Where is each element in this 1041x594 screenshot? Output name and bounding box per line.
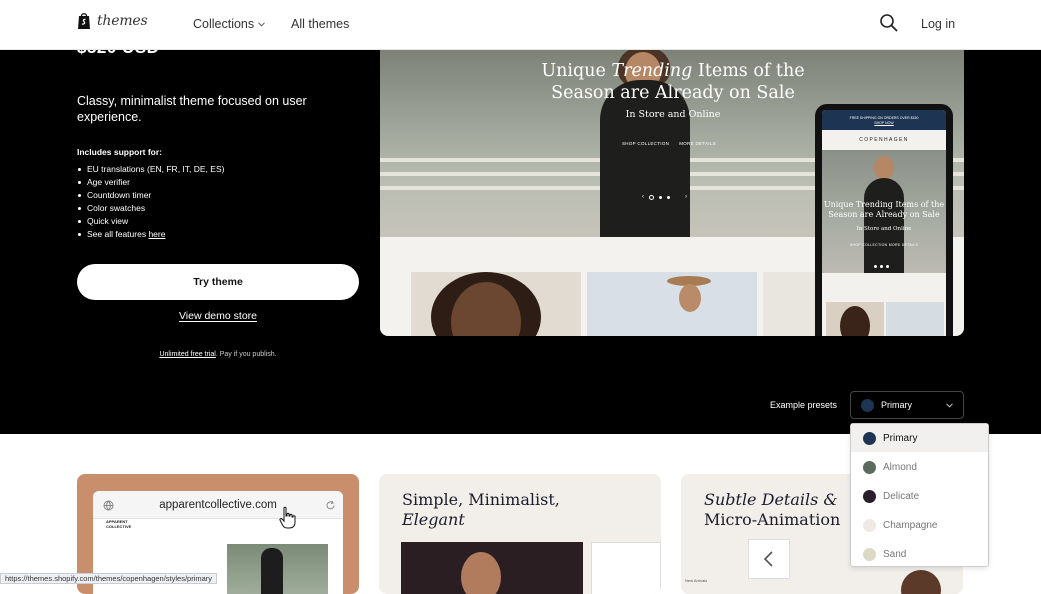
preview-thumb-3 <box>763 272 823 336</box>
preset-swatch <box>863 518 876 532</box>
hand-cursor-icon <box>279 506 296 529</box>
preview-headline: Unique Trending Items of the Season are … <box>541 61 805 103</box>
trial-note: Unlimited free trial. Pay if you publish… <box>159 351 277 358</box>
top-navigation: themes Collections All themes Log in <box>0 0 1041 50</box>
support-item: Countdown timer <box>77 189 224 202</box>
try-theme-button[interactable]: Try theme <box>77 264 359 300</box>
all-features-link[interactable]: here <box>148 229 165 239</box>
support-list: EU translations (EN, FR, IT, DE, ES) Age… <box>77 163 224 240</box>
preview-subline: In Store and Online <box>625 109 721 120</box>
support-item: Color swatches <box>77 202 224 215</box>
chevron-down-icon <box>946 403 953 408</box>
preview-thumb-2 <box>587 272 757 336</box>
view-demo-store-link[interactable]: View demo store <box>77 310 359 322</box>
preset-swatch <box>863 547 876 561</box>
preset-select[interactable]: Primary <box>850 391 964 419</box>
preview-thumb-1 <box>411 272 581 336</box>
preset-dropdown: Primary Almond Delicate Champagne Sand <box>850 423 989 567</box>
preset-option-sand[interactable]: Sand <box>851 540 988 568</box>
carousel-prev-button[interactable] <box>748 539 790 579</box>
mini-brand: APPARENT COLLECTIVE <box>106 519 132 529</box>
support-item: EU translations (EN, FR, IT, DE, ES) <box>77 163 224 176</box>
carousel-dots: ‹ › <box>642 194 687 200</box>
phone-banner: FREE SHIPPING ON ORDERS OVER $150 SHOP NO… <box>822 110 946 130</box>
theme-price: $320 USD <box>77 50 159 58</box>
preset-swatch <box>861 398 874 412</box>
support-item: Age verifier <box>77 176 224 189</box>
theme-preview-desktop: Unique Trending Items of the Season are … <box>380 50 964 336</box>
preset-swatch <box>863 460 876 474</box>
card3-title: Subtle Details & Micro-Animation <box>704 490 841 529</box>
phone-brand: COPENHAGEN <box>822 130 946 150</box>
example-presets-label: Example presets <box>770 400 838 410</box>
support-item: See all features here <box>77 228 224 241</box>
nav-all-themes[interactable]: All themes <box>291 17 349 31</box>
theme-hero: $320 USD Classy, minimalist theme focuse… <box>0 50 1041 434</box>
chevron-down-icon <box>258 21 265 27</box>
search-icon[interactable] <box>879 13 899 33</box>
card2-title: Simple, Minimalist, Elegant <box>402 490 560 529</box>
preset-selected-label: Primary <box>881 400 912 410</box>
preset-option-primary[interactable]: Primary <box>851 424 988 452</box>
shopify-themes-logo[interactable]: themes <box>77 12 148 29</box>
card3-caption: New Arrivals <box>685 578 708 583</box>
browser-url: apparentcollective.com <box>159 499 277 511</box>
chevron-right-icon: › <box>685 194 687 200</box>
preset-swatch <box>863 431 876 445</box>
nav-collections[interactable]: Collections <box>193 17 265 31</box>
nav-collections-label: Collections <box>193 17 255 31</box>
status-url: https://themes.shopify.com/themes/copenh… <box>0 573 218 584</box>
login-link[interactable]: Log in <box>921 17 955 31</box>
theme-description: Classy, minimalist theme focused on user… <box>77 94 307 124</box>
preset-option-delicate[interactable]: Delicate <box>851 482 988 510</box>
chevron-left-icon: ‹ <box>642 194 644 200</box>
trial-link[interactable]: Unlimited free trial <box>159 351 215 358</box>
support-item: Quick view <box>77 215 224 228</box>
phone-hero-image: Unique Trending Items of the Season are … <box>822 150 946 273</box>
preset-swatch <box>863 489 876 503</box>
shopify-bag-icon <box>78 13 90 29</box>
theme-preview-mobile: FREE SHIPPING ON ORDERS OVER $150 SHOP NO… <box>815 104 953 336</box>
logo-text: themes <box>97 12 148 29</box>
preset-option-almond[interactable]: Almond <box>851 453 988 481</box>
preview-links: SHOP COLLECTION MORE DETAILS <box>622 141 716 146</box>
preset-option-champagne[interactable]: Champagne <box>851 511 988 539</box>
feature-card-2: Simple, Minimalist, Elegant <box>379 474 661 594</box>
support-title: Includes support for: <box>77 147 162 157</box>
reload-icon <box>326 500 335 510</box>
chevron-left-icon <box>763 551 773 567</box>
